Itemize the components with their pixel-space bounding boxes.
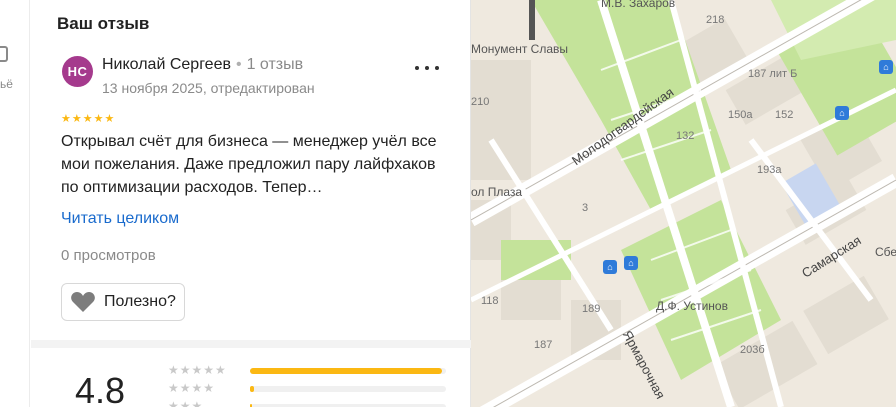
house-number: 187 лит Б xyxy=(748,68,798,80)
rail-label: ьё xyxy=(0,77,13,91)
review-text: Открывал счёт для бизнеса — менеджер учё… xyxy=(61,133,437,196)
rating-row-5: ★★★★★ xyxy=(168,363,448,381)
read-more-link[interactable]: Читать целиком xyxy=(61,210,179,228)
bus-stop-icon[interactable]: ⌂ xyxy=(624,256,638,270)
house-number: 152 xyxy=(775,109,794,121)
rating-row-stars: ★★★★★ xyxy=(168,363,227,377)
rating-distribution: ★★★★★ ★★★★ ★★★ xyxy=(168,363,448,407)
house-number: 203б xyxy=(740,344,765,356)
review-stars: ★★★★★ xyxy=(61,113,116,125)
house-number: 150а xyxy=(728,109,753,121)
sber-label[interactable]: Сбер xyxy=(875,245,896,259)
avatar[interactable]: НС xyxy=(62,56,93,87)
rating-row-stars: ★★★★ xyxy=(168,381,216,395)
helpful-label: Полезно? xyxy=(104,293,176,310)
bookmark-icon[interactable] xyxy=(0,46,8,62)
helpful-button[interactable]: Полезно? xyxy=(61,283,185,321)
rating-row-3: ★★★ xyxy=(168,399,448,407)
separator: • xyxy=(235,56,242,73)
author-name[interactable]: Николай Сергеев xyxy=(102,56,231,73)
heart-icon xyxy=(71,292,95,312)
app-root: ьё Ваш отзыв НС Николай Сергеев • 1 отзыв … xyxy=(0,0,896,407)
house-number: 187 xyxy=(534,339,553,351)
house-number: 210 xyxy=(471,96,490,108)
rating-bar xyxy=(250,386,446,392)
author-review-count: 1 отзыв xyxy=(246,56,304,73)
panel-title: Ваш отзыв xyxy=(57,14,150,33)
map-view[interactable]: Монумент Славы М.В. Захаров Молодогварде… xyxy=(471,0,896,407)
rating-bar xyxy=(250,368,446,374)
left-rail: ьё xyxy=(0,0,30,407)
review-author-line: Николай Сергеев • 1 отзыв xyxy=(102,56,303,74)
bus-stop-icon[interactable]: ⌂ xyxy=(835,106,849,120)
bus-stop-icon[interactable]: ⌂ xyxy=(879,60,893,74)
views-count: 0 просмотров xyxy=(61,247,156,264)
section-divider xyxy=(31,340,471,348)
rating-row-stars: ★★★ xyxy=(168,399,204,407)
house-number: 218 xyxy=(706,14,725,26)
rating-row-4: ★★★★ xyxy=(168,381,448,399)
plaza-label[interactable]: ол Плаза xyxy=(471,185,522,199)
review-panel: Ваш отзыв НС Николай Сергеев • 1 отзыв 13 … xyxy=(31,0,471,407)
more-options-icon[interactable] xyxy=(415,58,439,78)
house-number: 132 xyxy=(676,130,695,142)
bus-stop-icon[interactable]: ⌂ xyxy=(603,260,617,274)
review-date: 13 ноября 2025, отредактирован xyxy=(102,80,315,96)
park-ustinov-label[interactable]: Д.Ф. Устинов xyxy=(656,299,728,313)
monument-label[interactable]: Монумент Славы xyxy=(471,42,568,56)
house-number: 118 xyxy=(481,295,499,307)
house-number: 3 xyxy=(582,202,589,214)
house-number: 193а xyxy=(757,164,782,176)
house-number: 189 xyxy=(582,303,601,315)
zakharov-label[interactable]: М.В. Захаров xyxy=(601,0,675,10)
rating-value: 4.8 xyxy=(75,370,126,407)
